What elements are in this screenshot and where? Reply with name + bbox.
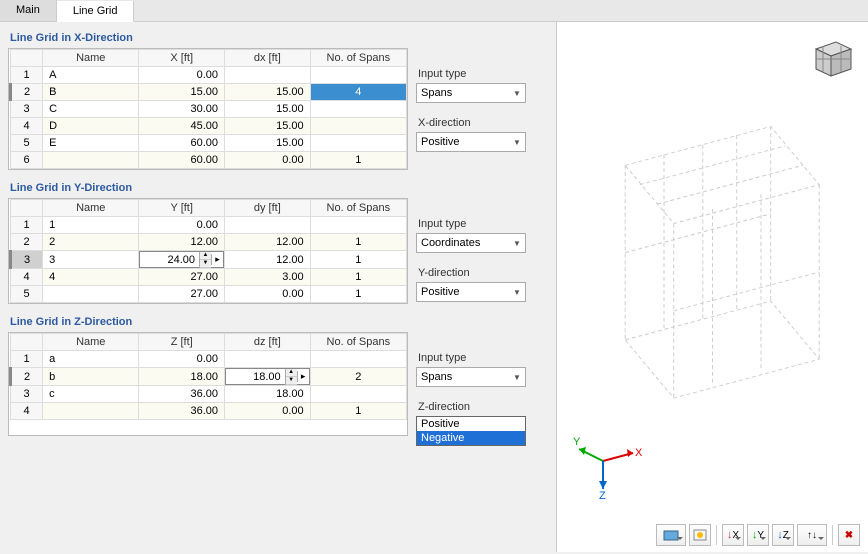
x-col-d: dx [ft] — [225, 50, 311, 67]
tab-main[interactable]: Main — [0, 0, 57, 21]
axis-gizmo: X Y Z — [573, 431, 643, 504]
axis-z-button[interactable]: ↓Z — [772, 524, 794, 546]
y-direction-label: Y-direction — [416, 265, 548, 280]
pick-icon[interactable]: ▸ — [211, 254, 223, 265]
axis-custom-button[interactable]: ↑↓ — [797, 524, 827, 546]
svg-text:X: X — [635, 447, 643, 459]
tab-linegrid[interactable]: Line Grid — [57, 1, 135, 22]
y-col-d: dy [ft] — [225, 200, 311, 217]
z-col-d: dz [ft] — [225, 334, 311, 351]
x-col-v: X [ft] — [139, 50, 225, 67]
section-title-z: Line Grid in Z-Direction — [8, 310, 548, 332]
z-col-s: No. of Spans — [310, 334, 406, 351]
z-controls: Input type Spans▼ Z-direction Negative▼ … — [416, 332, 548, 436]
table-row[interactable]: 436.000.001 — [11, 403, 407, 420]
x-grid-table[interactable]: Name X [ft] dx [ft] No. of Spans 1A0.002… — [8, 48, 408, 170]
table-row[interactable]: 3c36.0018.00 — [11, 386, 407, 403]
x-direction-label: X-direction — [416, 115, 548, 130]
x-direction-combo[interactable]: Positive▼ — [416, 132, 526, 152]
table-row[interactable]: 1a0.00 — [11, 351, 407, 368]
dropdown-option-positive[interactable]: Positive — [417, 417, 525, 431]
chevron-down-icon: ▼ — [509, 288, 525, 297]
chevron-down-icon: ▼ — [509, 373, 525, 382]
svg-text:Z: Z — [599, 490, 606, 501]
table-row[interactable]: 2212.0012.001 — [11, 234, 407, 251]
y-inputtype-combo[interactable]: Coordinates▼ — [416, 233, 526, 253]
dropdown-option-negative[interactable]: Negative — [417, 431, 525, 445]
table-row[interactable]: 110.00 — [11, 217, 407, 234]
value-spinner[interactable]: 24.00▲▼▸ — [139, 251, 224, 268]
y-inputtype-label: Input type — [416, 216, 548, 231]
tab-bar: Main Line Grid — [0, 0, 868, 22]
y-direction-combo[interactable]: Positive▼ — [416, 282, 526, 302]
value-spinner[interactable]: 18.00▲▼▸ — [225, 368, 310, 385]
preview-pane[interactable]: X Y Z ↓X ↓Y ↓Z ↑↓ ✖ — [556, 22, 868, 552]
z-direction-label: Z-direction — [416, 399, 548, 414]
z-inputtype-combo[interactable]: Spans▼ — [416, 367, 526, 387]
axis-x-button[interactable]: ↓X — [722, 524, 744, 546]
pick-icon[interactable]: ▸ — [297, 371, 309, 382]
chevron-down-icon: ▼ — [509, 89, 525, 98]
chevron-down-icon: ▼ — [509, 239, 525, 248]
table-row[interactable]: 2B15.0015.004 — [11, 84, 407, 101]
z-grid-table[interactable]: Name Z [ft] dz [ft] No. of Spans 1a0.002… — [8, 332, 408, 436]
view-mode-button[interactable] — [656, 524, 686, 546]
x-inputtype-combo[interactable]: Spans▼ — [416, 83, 526, 103]
table-row[interactable]: 3C30.0015.00 — [11, 101, 407, 118]
svg-text:Y: Y — [573, 436, 581, 448]
table-row[interactable]: 4427.003.001 — [11, 269, 407, 286]
spinner-up-icon[interactable]: ▲ — [286, 369, 297, 377]
spinner-down-icon[interactable]: ▼ — [200, 260, 211, 268]
spinner-up-icon[interactable]: ▲ — [200, 252, 211, 260]
z-col-name: Name — [43, 334, 139, 351]
z-inputtype-label: Input type — [416, 350, 548, 365]
chevron-down-icon: ▼ — [509, 138, 525, 147]
table-row[interactable]: 5E60.0015.00 — [11, 135, 407, 152]
section-title-x: Line Grid in X-Direction — [8, 26, 548, 48]
x-col-name: Name — [43, 50, 139, 67]
y-grid-table[interactable]: Name Y [ft] dy [ft] No. of Spans 110.002… — [8, 198, 408, 304]
table-row[interactable]: 2b18.0018.00▲▼▸2 — [11, 368, 407, 386]
spinner-down-icon[interactable]: ▼ — [286, 377, 297, 385]
x-inputtype-label: Input type — [416, 66, 548, 81]
z-col-v: Z [ft] — [139, 334, 225, 351]
y-col-s: No. of Spans — [310, 200, 406, 217]
table-row[interactable]: 3324.00▲▼▸12.001 — [11, 251, 407, 269]
y-controls: Input type Coordinates▼ Y-direction Posi… — [416, 198, 548, 304]
table-row[interactable]: 4D45.0015.00 — [11, 118, 407, 135]
table-row[interactable]: 660.000.001 — [11, 152, 407, 169]
y-col-name: Name — [43, 200, 139, 217]
close-preview-button[interactable]: ✖ — [838, 524, 860, 546]
table-row[interactable]: 1A0.00 — [11, 67, 407, 84]
axis-y-button[interactable]: ↓Y — [747, 524, 769, 546]
x-col-s: No. of Spans — [310, 50, 406, 67]
y-col-v: Y [ft] — [139, 200, 225, 217]
preview-toolbar: ↓X ↓Y ↓Z ↑↓ ✖ — [656, 524, 860, 546]
fit-view-button[interactable] — [689, 524, 711, 546]
x-controls: Input type Spans▼ X-direction Positive▼ — [416, 48, 548, 170]
table-row[interactable]: 527.000.001 — [11, 286, 407, 303]
z-direction-dropdown[interactable]: Positive Negative — [416, 416, 526, 446]
section-title-y: Line Grid in Y-Direction — [8, 176, 548, 198]
